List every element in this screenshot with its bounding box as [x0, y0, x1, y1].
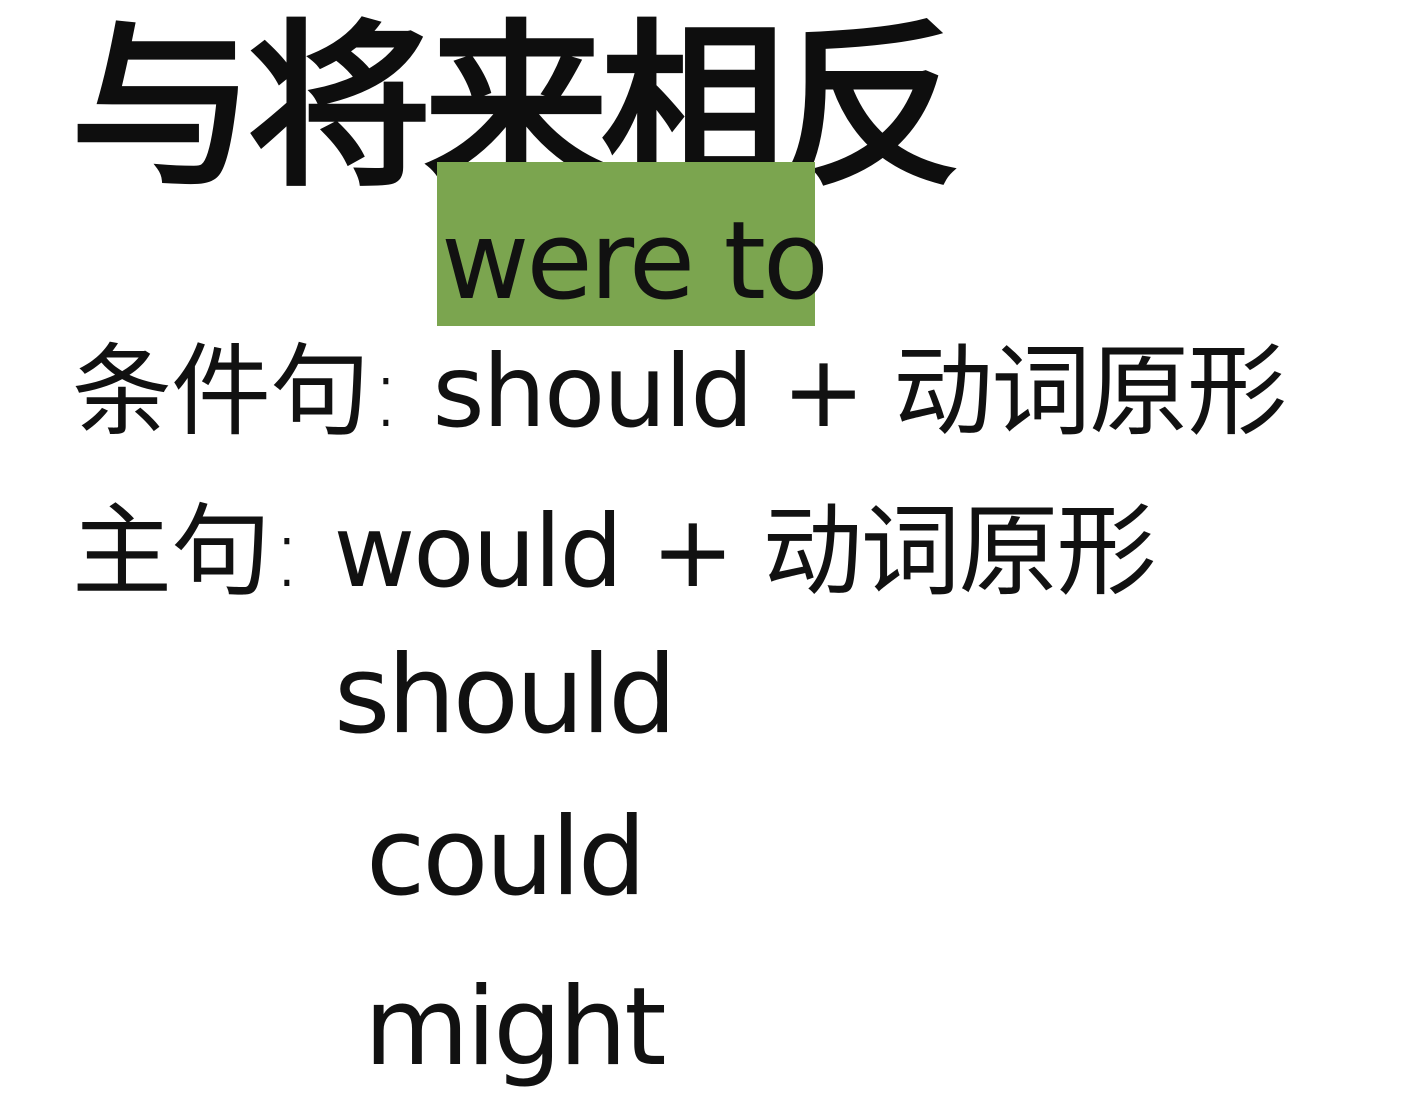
- conditional-clause-formula: should + 动词原形: [432, 333, 1288, 450]
- conditional-clause-label: 条件句:: [72, 333, 403, 450]
- conditional-clause-rule: 条件句: should + 动词原形: [72, 332, 1288, 452]
- modal-alternative-should: should: [334, 633, 677, 758]
- main-clause-rule: 主句: would + 动词原形: [72, 492, 1157, 612]
- main-clause-formula: would + 动词原形: [333, 493, 1157, 610]
- modal-alternative-could: could: [366, 795, 646, 920]
- highlight-text: were to: [441, 199, 829, 324]
- slide: 与将来相反 were to 条件句: should + 动词原形 主句: wou…: [0, 0, 1418, 1104]
- modal-alternative-might: might: [364, 965, 667, 1090]
- main-clause-label: 主句:: [72, 493, 304, 610]
